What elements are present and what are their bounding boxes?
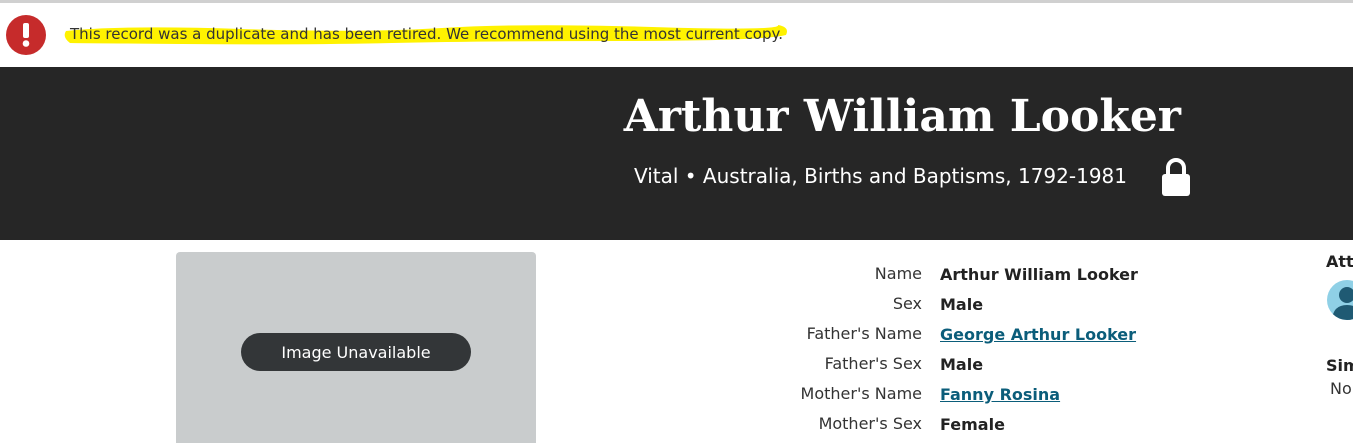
person-avatar-icon[interactable] [1327,280,1353,320]
fact-label: Mother's Sex [818,414,922,433]
fact-label: Father's Sex [824,354,922,373]
record-collection: Vital • Australia, Births and Baptisms, … [633,164,1127,188]
fact-row: Father's Sex Male [700,352,1260,382]
record-header: Arthur William Looker Vital • Australia,… [0,67,1353,240]
record-image-panel: Image Unavailable [176,252,536,443]
attached-to-heading: Atta [1326,252,1353,271]
record-title: Arthur William Looker [623,91,1181,142]
duplicate-record-alert: This record was a duplicate and has been… [0,3,1353,67]
fact-row: Name Arthur William Looker [700,262,1260,292]
fact-row: Mother's Sex Female [700,412,1260,442]
fact-label: Name [874,264,922,283]
fact-value: Male [940,295,984,314]
fact-row: Mother's Name Fanny Rosina [700,382,1260,412]
lock-icon[interactable] [1160,157,1192,197]
alert-message: This record was a duplicate and has been… [70,25,784,43]
mother-name-link[interactable]: Fanny Rosina [940,385,1060,404]
fact-row: Sex Male [700,292,1260,322]
similar-records-text: No [1330,379,1352,398]
image-unavailable-button[interactable]: Image Unavailable [241,333,471,371]
fact-label: Sex [892,294,922,313]
fact-label: Father's Name [806,324,922,343]
fact-value: Male [940,355,984,374]
father-name-link[interactable]: George Arthur Looker [940,325,1136,344]
fact-value: Female [940,415,1005,434]
similar-records-heading: Sim [1326,356,1353,375]
fact-row: Father's Name George Arthur Looker [700,322,1260,352]
side-panel: Atta Sim No [1325,250,1353,443]
fact-value: Arthur William Looker [940,265,1138,284]
exclamation-icon [6,15,46,55]
fact-label: Mother's Name [800,384,922,403]
record-facts: Name Arthur William Looker Sex Male Fath… [700,262,1260,442]
